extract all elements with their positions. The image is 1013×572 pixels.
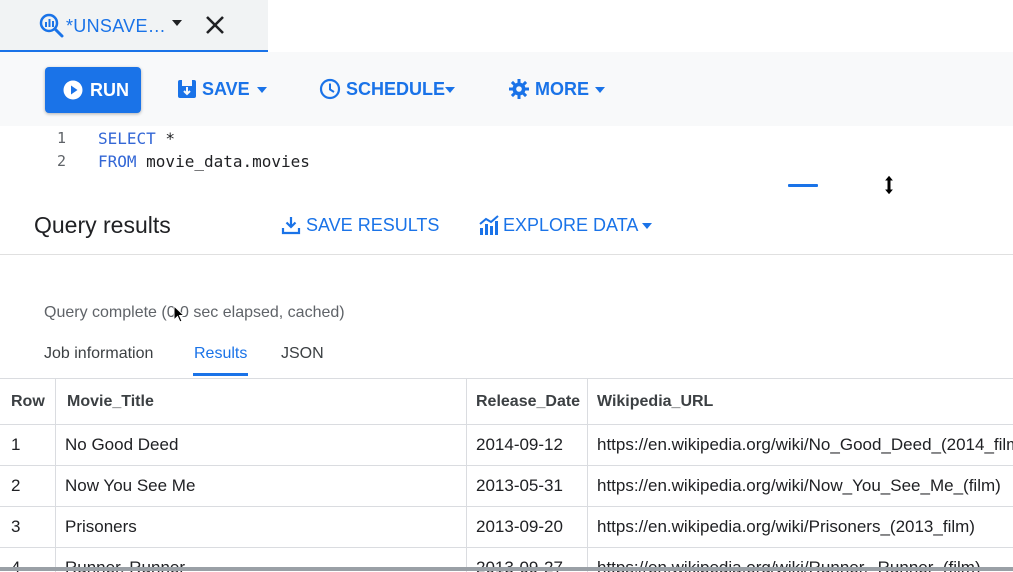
- horizontal-scrollbar[interactable]: [0, 567, 1013, 571]
- explore-data-button[interactable]: EXPLORE DATA: [478, 214, 658, 238]
- row-number-cell: 3: [0, 507, 56, 547]
- sql-editor[interactable]: 1 SELECT * 2 FROM movie_data.movies: [0, 126, 1013, 196]
- results-title: Query results: [34, 212, 171, 238]
- sql-keyword: SELECT: [98, 129, 156, 148]
- sql-text: movie_data.movies: [136, 152, 310, 171]
- results-table: Row Movie_Title Release_Date Wikipedia_U…: [0, 378, 1013, 572]
- chart-icon: [479, 215, 499, 235]
- chevron-down-icon: [257, 87, 267, 93]
- sql-text: *: [155, 129, 176, 148]
- line-number: 1: [56, 129, 66, 147]
- table-header-row: Row Movie_Title Release_Date Wikipedia_U…: [0, 379, 1013, 425]
- query-tab[interactable]: *UNSAVE…: [0, 0, 268, 52]
- pointer-cursor-icon: [173, 305, 185, 323]
- row-number-cell: 2: [0, 466, 56, 506]
- movie-title-cell: Prisoners: [56, 507, 467, 547]
- save-results-button[interactable]: SAVE RESULTS: [280, 214, 439, 238]
- wikipedia-url-cell: https://en.wikipedia.org/wiki/Prisoners_…: [597, 517, 975, 536]
- line-number: 2: [56, 152, 66, 170]
- sql-keyword: FROM: [98, 152, 137, 171]
- release-date-cell: 2014-09-12: [467, 425, 588, 465]
- more-label: MORE: [535, 79, 589, 99]
- tab-title: *UNSAVE…: [66, 16, 167, 36]
- chevron-down-icon: [595, 87, 605, 93]
- column-header[interactable]: Row: [0, 379, 56, 424]
- column-header[interactable]: Wikipedia_URL: [588, 379, 1013, 424]
- query-status: Query complete (0.0 sec elapsed, cached): [44, 304, 345, 321]
- results-header: Query results SAVE RESULTS EXPLORE DATA: [0, 194, 1013, 255]
- movie-title-cell: No Good Deed: [56, 425, 467, 465]
- table-row[interactable]: 2 Now You See Me 2013-05-31 https://en.w…: [0, 466, 1013, 507]
- more-button[interactable]: MORE: [508, 78, 608, 104]
- tab-json[interactable]: JSON: [281, 345, 324, 363]
- release-date-cell: 2013-09-20: [467, 507, 588, 547]
- column-header[interactable]: Movie_Title: [56, 379, 467, 424]
- wikipedia-url-cell: https://en.wikipedia.org/wiki/No_Good_De…: [597, 435, 1013, 454]
- play-icon: [63, 80, 83, 100]
- tab-results[interactable]: Results: [194, 345, 247, 363]
- table-row[interactable]: 1 No Good Deed 2014-09-12 https://en.wik…: [0, 425, 1013, 466]
- run-label: RUN: [90, 80, 129, 100]
- column-header[interactable]: Release_Date: [467, 379, 588, 424]
- schedule-button[interactable]: SCHEDULE: [319, 78, 459, 104]
- explore-data-label: EXPLORE DATA: [503, 215, 639, 235]
- code-line[interactable]: FROM movie_data.movies: [98, 152, 310, 171]
- chevron-down-icon: [445, 87, 455, 93]
- download-icon: [281, 217, 301, 235]
- table-row[interactable]: 3 Prisoners 2013-09-20 https://en.wikipe…: [0, 507, 1013, 548]
- row-number-cell: 1: [0, 425, 56, 465]
- close-tab-icon[interactable]: [202, 12, 228, 38]
- chevron-down-icon: [642, 223, 652, 229]
- clock-icon: [319, 78, 341, 100]
- query-toolbar: RUN SAVE SCHEDULE MORE: [0, 52, 1013, 127]
- code-line[interactable]: SELECT *: [98, 129, 175, 148]
- movie-title-cell: Now You See Me: [56, 466, 467, 506]
- save-label: SAVE: [202, 79, 250, 99]
- active-tab-indicator: [193, 373, 248, 376]
- query-icon: [39, 13, 64, 38]
- resize-cursor-icon: [882, 174, 896, 196]
- tab-menu-caret-icon[interactable]: [170, 16, 184, 30]
- tab-job-information[interactable]: Job information: [44, 345, 153, 363]
- schedule-label: SCHEDULE: [346, 79, 446, 99]
- release-date-cell: 2013-05-31: [467, 466, 588, 506]
- gear-icon: [509, 79, 529, 99]
- tab-bar: *UNSAVE…: [0, 0, 1013, 52]
- run-button[interactable]: RUN: [45, 67, 141, 113]
- save-icon: [178, 80, 196, 98]
- save-results-label: SAVE RESULTS: [306, 215, 440, 235]
- editor-resize-handle[interactable]: [788, 184, 818, 187]
- save-button[interactable]: SAVE: [176, 78, 271, 104]
- wikipedia-url-cell: https://en.wikipedia.org/wiki/Now_You_Se…: [597, 476, 1001, 495]
